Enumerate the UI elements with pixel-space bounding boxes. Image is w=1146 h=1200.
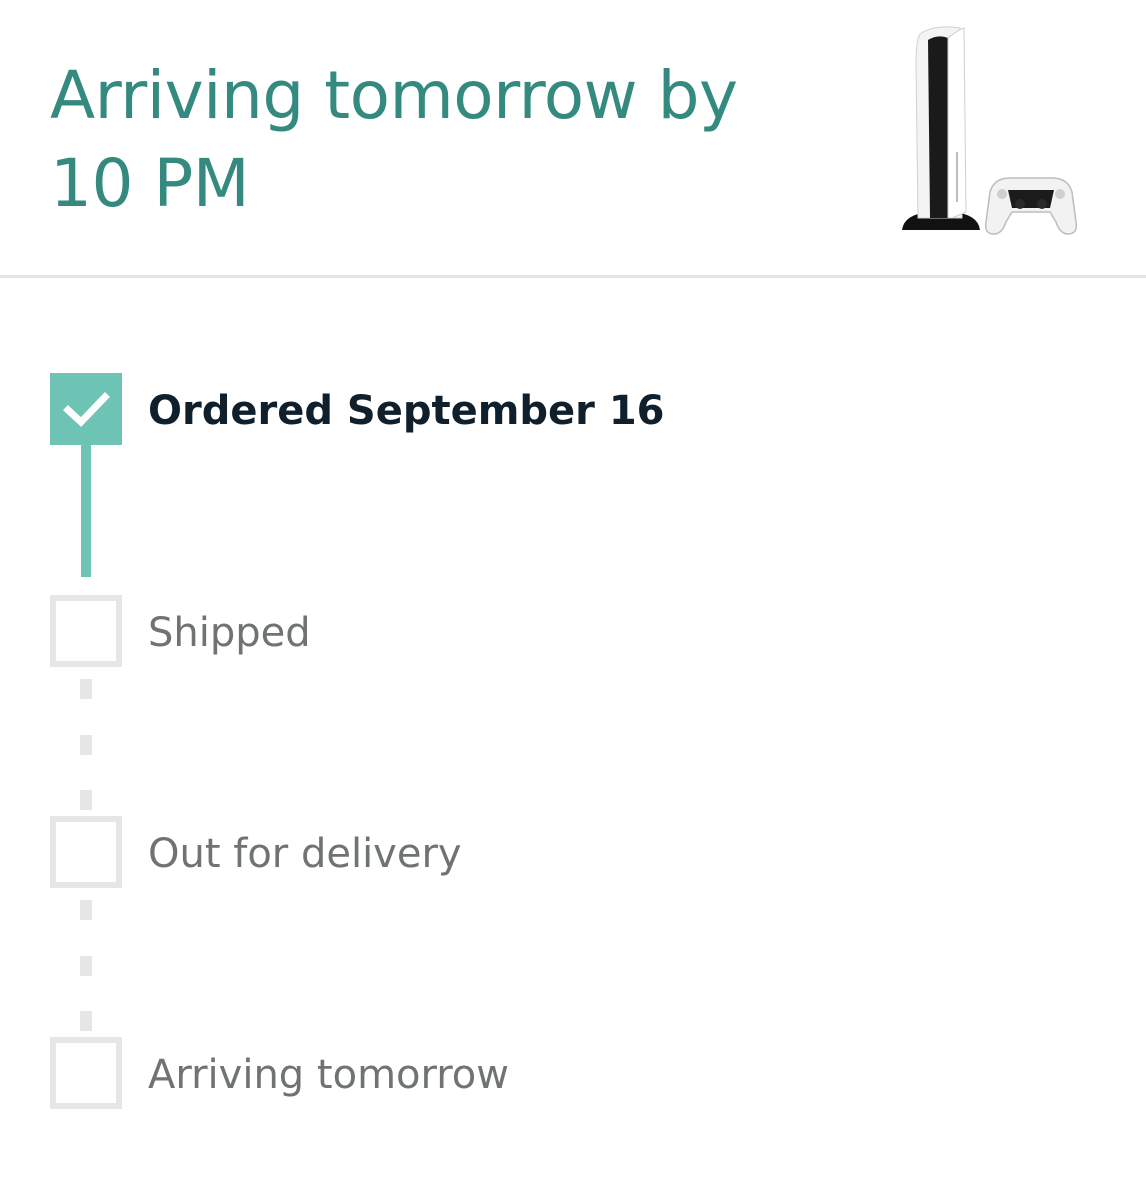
progress-dash bbox=[80, 900, 92, 920]
progress-dash bbox=[80, 956, 92, 976]
step-shipped-label: Shipped bbox=[148, 610, 311, 656]
progress-dash bbox=[80, 790, 92, 810]
step-shipped-checkbox bbox=[50, 595, 122, 667]
progress-dash bbox=[80, 735, 92, 755]
step-arriving-label: Arriving tomorrow bbox=[148, 1052, 509, 1098]
step-out-for-delivery-label: Out for delivery bbox=[148, 831, 462, 877]
ps5-console-image bbox=[902, 26, 1078, 235]
step-ordered-checkbox bbox=[50, 373, 122, 445]
step-out-for-delivery-checkbox bbox=[50, 816, 122, 888]
checkmark-icon bbox=[63, 392, 110, 427]
progress-dash bbox=[80, 679, 92, 699]
step-ordered-label: Ordered September 16 bbox=[148, 388, 665, 434]
product-thumbnail[interactable] bbox=[890, 22, 1080, 242]
delivery-estimate-title: Arriving tomorrow by 10 PM bbox=[50, 57, 738, 222]
step-arriving-checkbox bbox=[50, 1037, 122, 1109]
progress-line-complete bbox=[81, 443, 91, 577]
shipment-progress-tracker: Ordered September 16 Shipped Out for del… bbox=[0, 281, 1146, 1200]
progress-dash bbox=[80, 1011, 92, 1031]
controller-shape bbox=[984, 177, 1078, 235]
delivery-header: Arriving tomorrow by 10 PM bbox=[0, 0, 1146, 278]
